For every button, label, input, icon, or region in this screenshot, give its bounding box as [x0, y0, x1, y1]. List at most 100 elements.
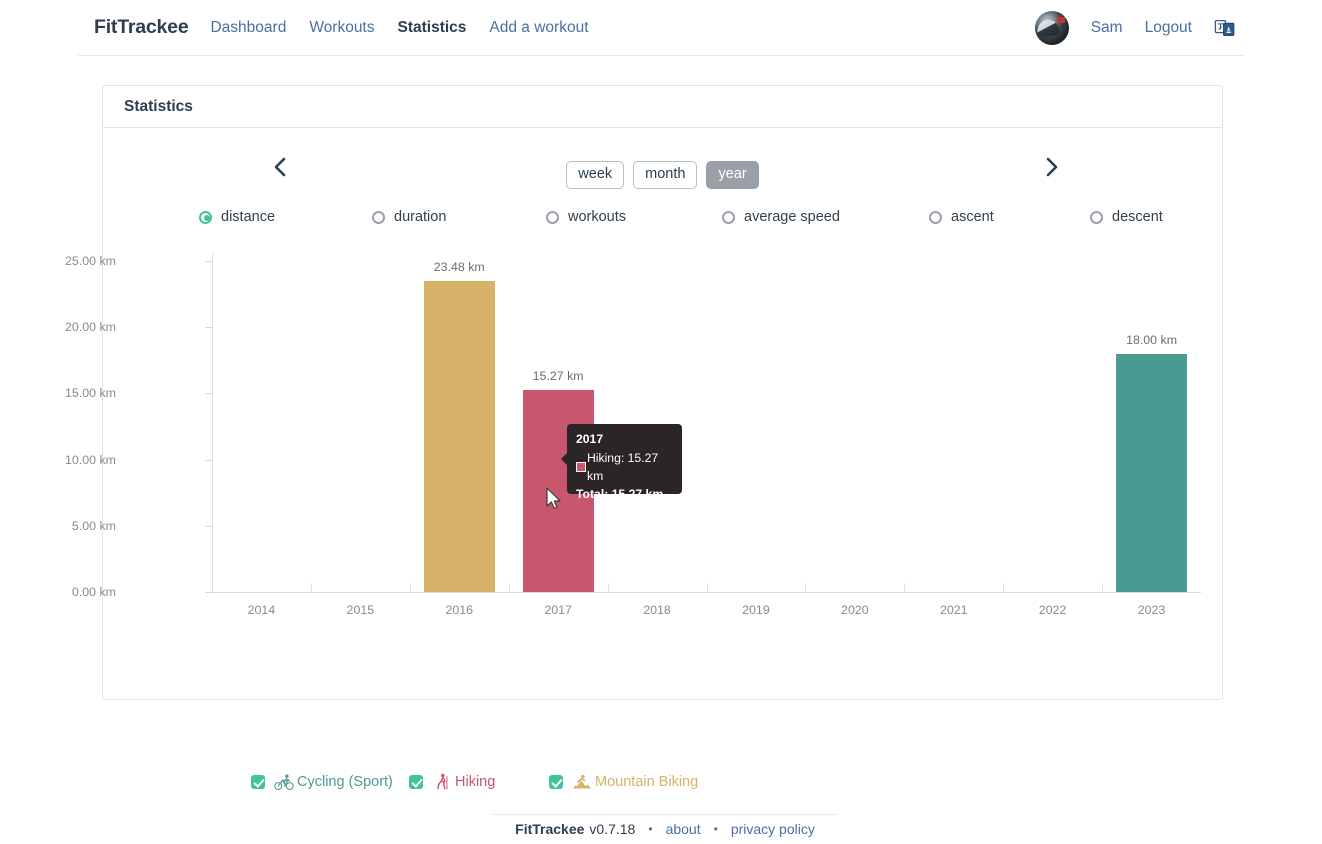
legend-label-hiking: Hiking — [455, 774, 496, 790]
legend-checkbox-cycling-sport[interactable] — [251, 775, 265, 789]
y-axis-tick-mark — [205, 459, 212, 461]
legend-item-cycling-sport[interactable]: Cycling (Sport) — [251, 773, 409, 791]
x-axis-tick-label: 2015 — [346, 603, 375, 617]
x-axis-separator — [706, 583, 708, 593]
period-controls: week month year — [103, 150, 1222, 190]
radio-ascent[interactable]: ascent — [929, 209, 1090, 225]
bar-value-label-2016: 23.48 km — [433, 260, 485, 275]
radio-indicator-distance — [199, 210, 212, 224]
page-title: Statistics — [124, 97, 193, 115]
x-axis-tick-label: 2023 — [1137, 603, 1166, 617]
footer-link-privacy-policy[interactable]: privacy policy — [731, 821, 815, 837]
x-axis-tick-label: 2022 — [1038, 603, 1067, 617]
header-user-area: Sam Logout — [1034, 10, 1236, 45]
radio-indicator-ascent — [929, 210, 942, 224]
footer-separator-2: • — [713, 821, 718, 836]
avatar[interactable] — [1034, 10, 1069, 45]
y-axis-tick-label: 5.00 km — [71, 518, 116, 533]
tooltip-title: 2017 — [576, 432, 604, 446]
metric-radio-group: distance duration workouts average speed… — [199, 209, 1223, 225]
x-axis-separator — [409, 583, 411, 593]
radio-label-average-speed: average speed — [744, 209, 840, 225]
bar-2023-cycling-sport[interactable] — [1115, 353, 1188, 592]
main-navigation: Dashboard Workouts Statistics Add a work… — [210, 19, 611, 37]
radio-label-distance: distance — [221, 209, 276, 225]
x-axis-separator — [310, 583, 312, 593]
x-axis-separator — [1102, 583, 1104, 593]
card-header: Statistics — [103, 86, 1222, 128]
radio-workouts[interactable]: workouts — [546, 209, 722, 225]
radio-distance[interactable]: distance — [199, 209, 372, 225]
y-axis-tick-label: 10.00 km — [65, 452, 116, 467]
nav-link-statistics[interactable]: Statistics — [398, 19, 467, 37]
footer-link-about[interactable]: about — [666, 821, 701, 837]
y-axis-tick-label: 15.00 km — [65, 386, 116, 401]
x-axis-tick-label: 2021 — [939, 603, 968, 617]
nav-link-add-a-workout[interactable]: Add a workout — [489, 19, 588, 37]
chart-tooltip: 2017 Hiking: 15.27 km Total: 15.27 km — [561, 424, 682, 501]
y-axis-tick-mark — [205, 592, 212, 593]
nav-link-dashboard[interactable]: Dashboard — [210, 19, 286, 37]
language-icon[interactable] — [1214, 17, 1236, 39]
radio-label-ascent: ascent — [951, 209, 994, 225]
y-axis-tick-mark — [205, 327, 212, 329]
period-button-week[interactable]: week — [566, 161, 625, 189]
tooltip-total: Total: 15.27 km — [576, 487, 664, 502]
x-axis-tick-label: 2014 — [247, 603, 276, 617]
radio-label-workouts: workouts — [568, 209, 627, 225]
x-axis-tick-label: 2016 — [445, 603, 474, 617]
bar-2016-mountain-biking[interactable] — [423, 281, 495, 592]
mouse-cursor — [546, 487, 561, 510]
x-axis-tick-label: 2018 — [643, 603, 671, 617]
x-axis-tick-label: 2017 — [544, 603, 572, 617]
legend-label-mountain-biking: Mountain Biking — [595, 774, 699, 790]
header-inner: FitTrackee Dashboard Workouts Statistics… — [78, 0, 1244, 56]
footer-brand: FitTrackee — [515, 820, 585, 837]
app-footer: FitTrackee v0.7.18 • about • privacy pol… — [492, 814, 838, 840]
chevron-left-icon[interactable] — [263, 150, 297, 184]
x-axis-tick-label: 2020 — [841, 603, 869, 617]
tooltip-entry-label: Hiking: 15.27 km — [587, 450, 659, 483]
legend-item-mountain-biking[interactable]: Mountain Biking — [549, 773, 698, 791]
legend-label-cycling-sport: Cycling (Sport) — [297, 774, 393, 790]
chevron-right-icon[interactable] — [1035, 150, 1069, 184]
y-axis-tick-label: 20.00 km — [65, 320, 116, 335]
nav-link-workouts[interactable]: Workouts — [309, 19, 374, 37]
legend-checkbox-hiking[interactable] — [409, 775, 423, 789]
x-axis-separator — [904, 583, 906, 593]
bar-value-label-2017: 15.27 km — [532, 368, 584, 383]
period-toggle-group: week month year — [566, 161, 759, 189]
radio-indicator-average-speed — [722, 210, 735, 224]
app-header: FitTrackee Dashboard Workouts Statistics… — [0, 0, 1322, 57]
radio-indicator-workouts — [546, 210, 559, 224]
y-axis-tick-mark — [205, 525, 212, 527]
tooltip-entry: Hiking: 15.27 km — [576, 449, 673, 486]
period-button-year[interactable]: year — [706, 161, 759, 189]
cycling-icon — [274, 774, 294, 791]
radio-average-speed[interactable]: average speed — [722, 209, 929, 225]
x-axis-tick-label: 2019 — [742, 603, 770, 617]
logout-link[interactable]: Logout — [1145, 19, 1192, 37]
radio-indicator-duration — [372, 210, 385, 224]
x-axis-separator — [1003, 583, 1005, 593]
radio-indicator-descent — [1090, 210, 1103, 224]
legend-item-hiking[interactable]: Hiking — [409, 773, 549, 791]
period-button-month[interactable]: month — [633, 161, 698, 189]
radio-descent[interactable]: descent — [1090, 209, 1163, 225]
y-axis-tick-label: 25.00 km — [65, 254, 116, 268]
radio-duration[interactable]: duration — [372, 209, 546, 225]
user-name[interactable]: Sam — [1091, 19, 1123, 37]
app-brand[interactable]: FitTrackee — [94, 16, 189, 39]
bar-value-label-2023: 18.00 km — [1126, 332, 1178, 347]
y-axis-tick-mark — [205, 261, 212, 262]
x-axis-separator — [508, 583, 510, 593]
radio-label-duration: duration — [394, 209, 447, 225]
mountain-biking-icon — [573, 774, 591, 789]
footer-version: v0.7.18 — [589, 820, 636, 837]
y-axis-line — [212, 253, 213, 592]
y-axis-tick-label: 0.00 km — [71, 585, 116, 599]
radio-label-descent: descent — [1112, 209, 1163, 225]
x-axis-separator — [607, 583, 609, 593]
legend-checkbox-mountain-biking[interactable] — [549, 775, 563, 789]
y-axis-tick-mark — [205, 393, 212, 395]
